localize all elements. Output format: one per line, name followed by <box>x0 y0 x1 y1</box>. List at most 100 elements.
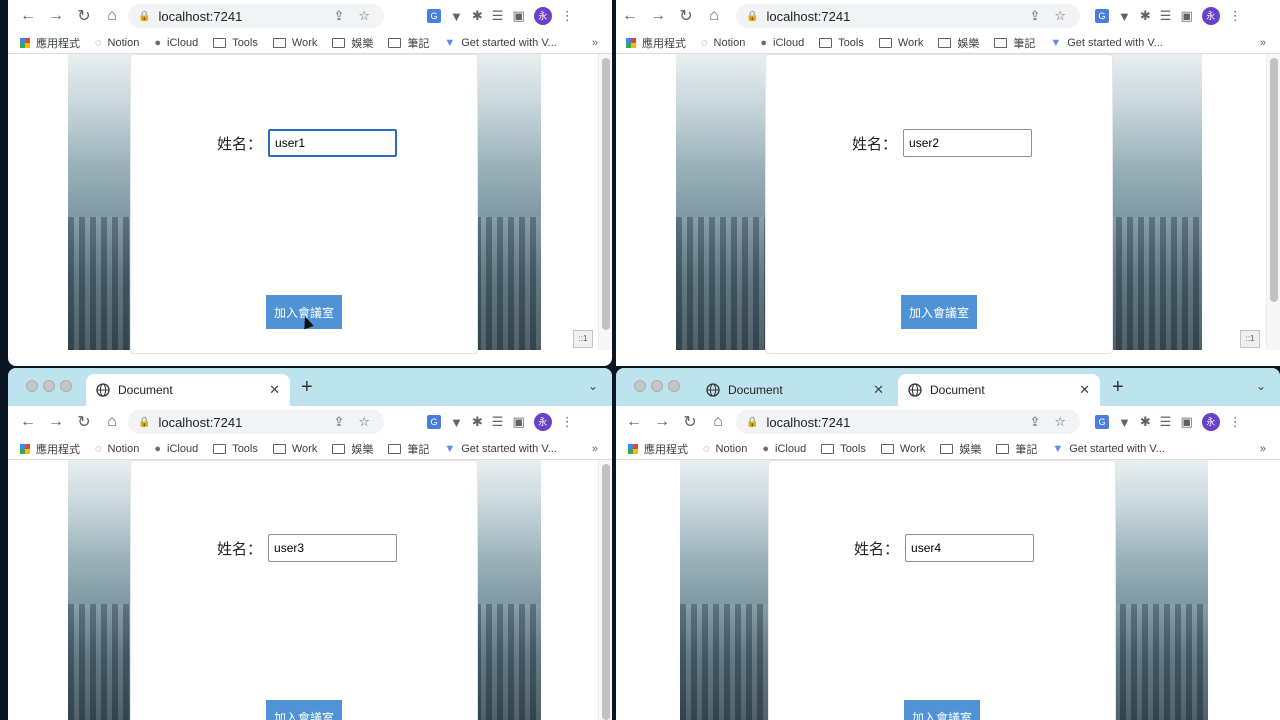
bookmark-notion[interactable]: ◌ Notion <box>95 37 139 49</box>
bookmark-notes[interactable]: 筆記 <box>994 35 1035 51</box>
address-bar[interactable]: 🔒 localhost:7241 ⇪ ☆ <box>736 410 1080 434</box>
profile-avatar[interactable]: 永 <box>1201 7 1220 25</box>
home-icon[interactable]: ⌂ <box>98 7 126 25</box>
join-room-button[interactable]: 加入會議室 <box>904 700 980 720</box>
bookmark-entertainment[interactable]: 娛樂 <box>332 35 373 51</box>
reading-list-icon[interactable]: ☰ <box>492 414 504 430</box>
tab-document-inactive[interactable]: Document ✕ <box>696 374 894 406</box>
vue-devtools-icon[interactable]: ▼ <box>450 415 463 430</box>
profile-avatar[interactable]: 永 <box>533 413 552 431</box>
menu-kebab-icon[interactable]: ⋮ <box>561 414 574 430</box>
minimize-window-button[interactable] <box>43 380 55 392</box>
minimize-window-button[interactable] <box>651 380 663 392</box>
scrollbar-thumb[interactable] <box>1270 58 1278 302</box>
side-panel-icon[interactable]: ▣ <box>1180 414 1192 430</box>
bookmarks-more-button[interactable]: » <box>1260 37 1266 49</box>
back-icon[interactable]: ← <box>14 413 42 431</box>
vue-devtools-icon[interactable]: ▼ <box>1118 415 1131 430</box>
tab-search-chevron-icon[interactable]: ⌄ <box>588 379 598 393</box>
maximize-window-button[interactable] <box>60 380 72 392</box>
translate-extension-icon[interactable]: G <box>427 415 441 429</box>
tab-document[interactable]: Document ✕ <box>86 374 290 406</box>
forward-icon[interactable]: → <box>648 413 676 431</box>
menu-kebab-icon[interactable]: ⋮ <box>561 8 574 24</box>
bookmark-icloud[interactable]: ● iCloud <box>762 443 806 455</box>
bookmark-vite[interactable]: ▼ Get started with V... <box>1050 37 1162 49</box>
bookmark-star-icon[interactable]: ☆ <box>1054 414 1066 430</box>
bookmark-icloud[interactable]: ● iCloud <box>154 37 198 49</box>
back-icon[interactable]: ← <box>616 7 644 25</box>
side-panel-icon[interactable]: ▣ <box>512 8 524 24</box>
extensions-puzzle-icon[interactable]: ✱ <box>1140 414 1151 430</box>
bookmark-tools[interactable]: Tools <box>213 443 258 455</box>
home-icon[interactable]: ⌂ <box>704 413 732 431</box>
back-icon[interactable]: ← <box>620 413 648 431</box>
reload-icon[interactable]: ↻ <box>70 6 98 26</box>
bookmark-apps[interactable]: 應用程式 <box>20 35 80 51</box>
new-tab-button[interactable]: + <box>1112 376 1124 399</box>
home-icon[interactable]: ⌂ <box>700 7 728 25</box>
bookmark-work[interactable]: Work <box>272 37 317 49</box>
profile-avatar[interactable]: 永 <box>1201 413 1220 431</box>
bookmark-icloud[interactable]: ● iCloud <box>760 37 804 49</box>
close-window-button[interactable] <box>26 380 38 392</box>
name-input[interactable] <box>903 129 1033 157</box>
share-icon[interactable]: ⇪ <box>1029 8 1040 24</box>
forward-icon[interactable]: → <box>42 413 70 431</box>
back-icon[interactable]: ← <box>14 7 42 25</box>
reading-list-icon[interactable]: ☰ <box>1160 8 1172 24</box>
maximize-window-button[interactable] <box>668 380 680 392</box>
scrollbar-thumb[interactable] <box>602 58 610 330</box>
reading-list-icon[interactable]: ☰ <box>1160 414 1172 430</box>
bookmark-notes[interactable]: 筆記 <box>388 35 429 51</box>
side-panel-icon[interactable]: ▣ <box>1180 8 1192 24</box>
bookmark-apps[interactable]: 應用程式 <box>20 441 80 457</box>
bookmark-tools[interactable]: Tools <box>821 443 866 455</box>
menu-kebab-icon[interactable]: ⋮ <box>1229 8 1242 24</box>
bookmark-notion[interactable]: ◌ Notion <box>95 443 139 455</box>
bookmarks-more-button[interactable]: » <box>1260 443 1266 455</box>
name-input[interactable] <box>268 129 398 157</box>
bookmark-star-icon[interactable]: ☆ <box>358 414 370 430</box>
forward-icon[interactable]: → <box>42 7 70 25</box>
name-input[interactable] <box>905 534 1035 562</box>
bookmark-entertainment[interactable]: 娛樂 <box>940 441 981 457</box>
vue-devtools-icon[interactable]: ▼ <box>450 9 463 24</box>
translate-extension-icon[interactable]: G <box>427 9 441 23</box>
bookmark-icloud[interactable]: ● iCloud <box>154 443 198 455</box>
bookmark-apps[interactable]: 應用程式 <box>628 441 688 457</box>
bookmarks-more-button[interactable]: » <box>592 443 598 455</box>
bookmark-tools[interactable]: Tools <box>213 37 258 49</box>
bookmark-work[interactable]: Work <box>878 37 923 49</box>
address-bar[interactable]: 🔒 localhost:7241 ⇪ ☆ <box>128 4 384 28</box>
bookmark-work[interactable]: Work <box>880 443 925 455</box>
scrollbar-thumb[interactable] <box>602 464 610 720</box>
reload-icon[interactable]: ↻ <box>70 412 98 432</box>
forward-icon[interactable]: → <box>644 7 672 25</box>
reload-icon[interactable]: ↻ <box>676 412 704 432</box>
reading-list-icon[interactable]: ☰ <box>492 8 504 24</box>
tab-close-icon[interactable]: ✕ <box>873 382 884 398</box>
bookmark-vite[interactable]: ▼ Get started with V... <box>444 37 556 49</box>
reload-icon[interactable]: ↻ <box>672 6 700 26</box>
bookmark-notion[interactable]: ◌ Notion <box>701 37 745 49</box>
address-bar[interactable]: 🔒 localhost:7241 ⇪ ☆ <box>736 4 1080 28</box>
share-icon[interactable]: ⇪ <box>333 414 344 430</box>
name-input[interactable] <box>268 534 398 562</box>
side-panel-icon[interactable]: ▣ <box>512 414 524 430</box>
profile-avatar[interactable]: 永 <box>533 7 552 25</box>
bookmark-vite[interactable]: ▼ Get started with V... <box>444 443 556 455</box>
extensions-puzzle-icon[interactable]: ✱ <box>472 8 483 24</box>
bookmarks-more-button[interactable]: » <box>592 37 598 49</box>
menu-kebab-icon[interactable]: ⋮ <box>1229 414 1242 430</box>
bookmark-entertainment[interactable]: 娛樂 <box>332 441 373 457</box>
address-bar[interactable]: 🔒 localhost:7241 ⇪ ☆ <box>128 410 384 434</box>
bookmark-notion[interactable]: ◌ Notion <box>703 443 747 455</box>
new-tab-button[interactable]: + <box>301 376 313 399</box>
bookmark-star-icon[interactable]: ☆ <box>358 8 370 24</box>
bookmark-notes[interactable]: 筆記 <box>388 441 429 457</box>
join-room-button[interactable]: 加入會議室 <box>901 295 977 329</box>
tab-search-chevron-icon[interactable]: ⌄ <box>1256 379 1266 393</box>
share-icon[interactable]: ⇪ <box>333 8 344 24</box>
bookmark-apps[interactable]: 應用程式 <box>626 35 686 51</box>
